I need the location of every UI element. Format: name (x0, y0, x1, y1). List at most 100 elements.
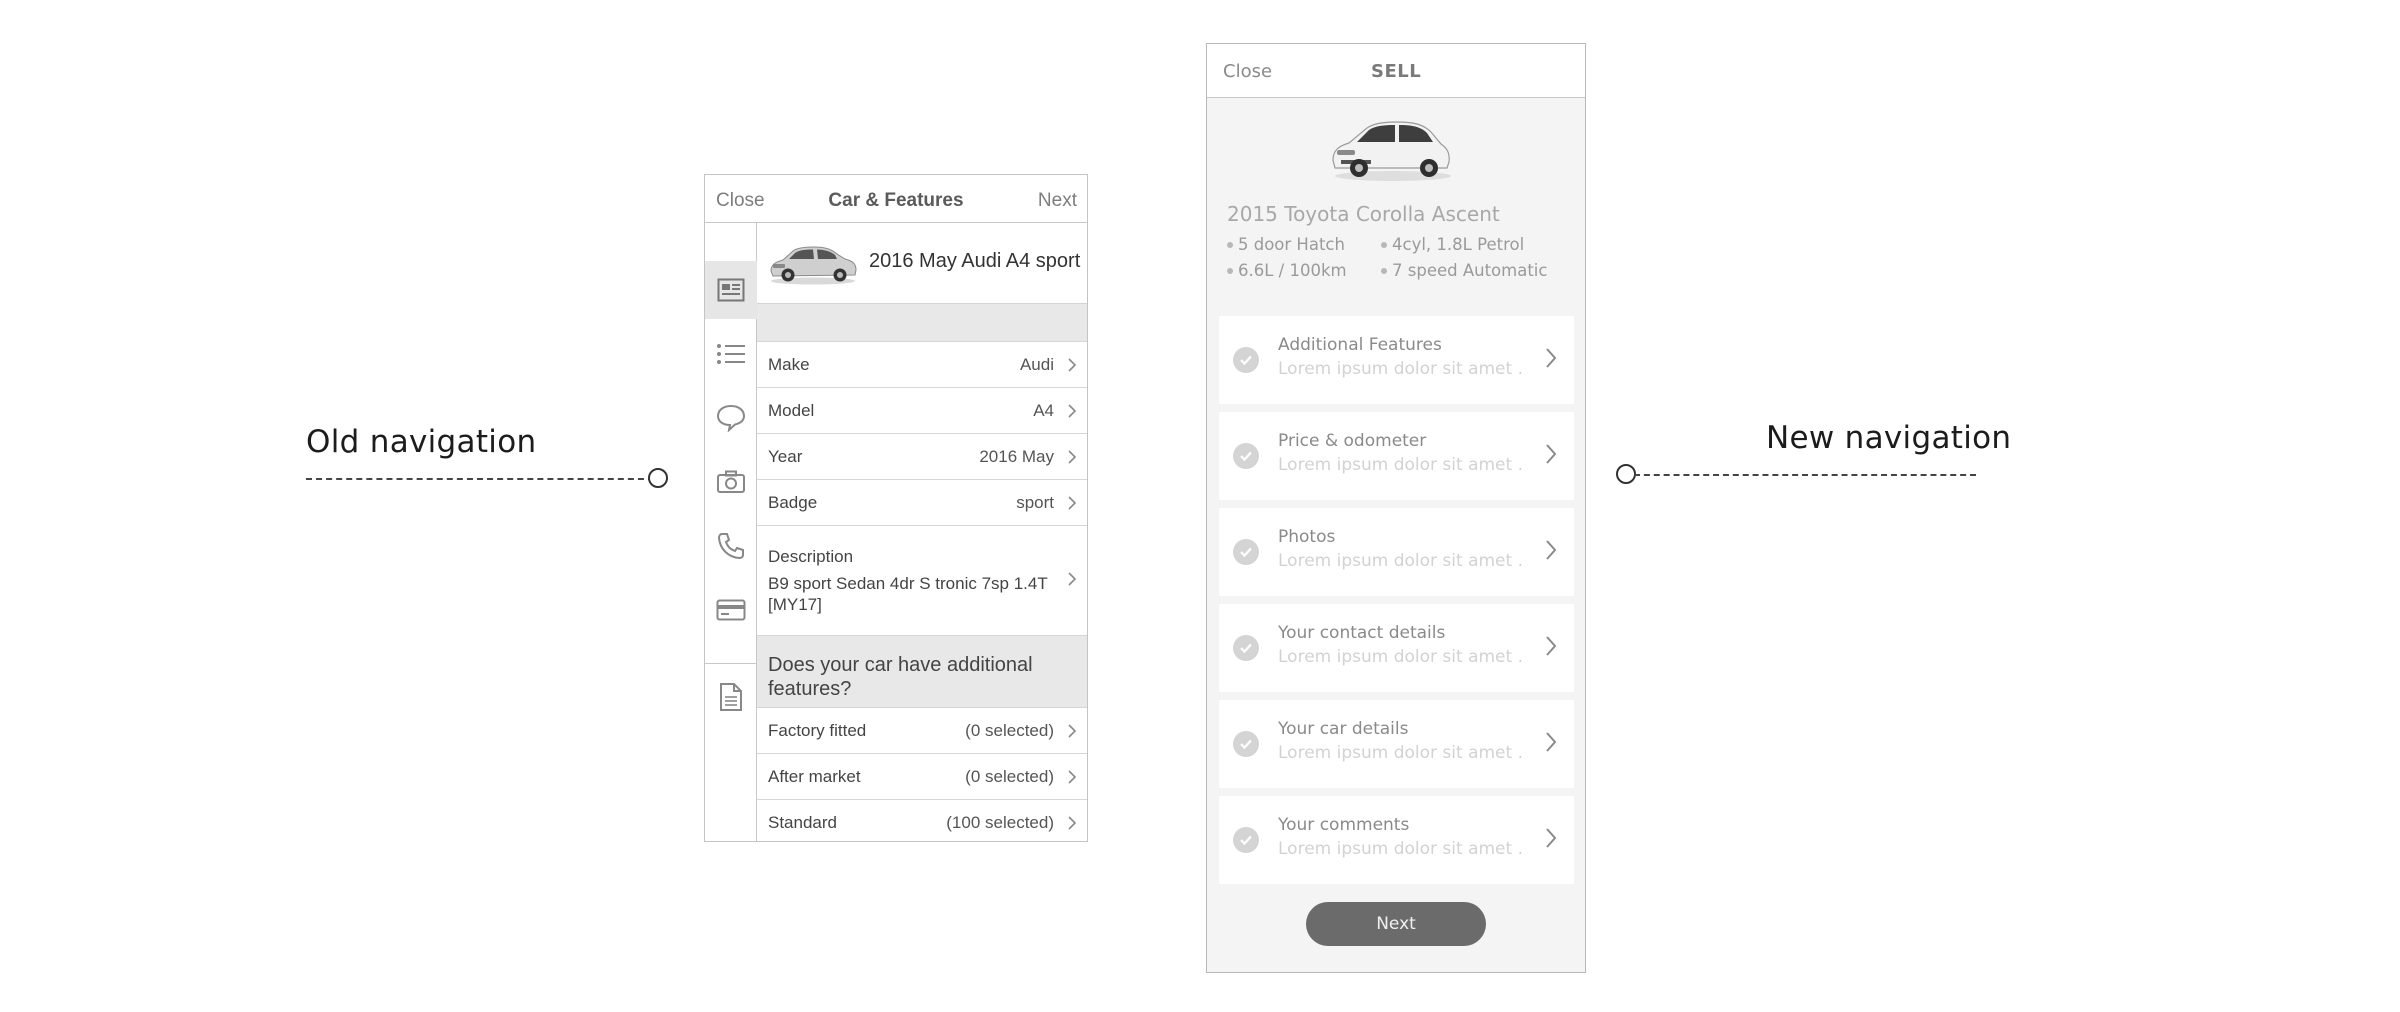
phone-icon[interactable] (705, 517, 757, 575)
spec-engine-text: 4cyl, 1.8L Petrol (1392, 235, 1525, 254)
old-screen-title: Car & Features (828, 190, 964, 211)
chevron-right-icon (1068, 572, 1077, 586)
section-card-contact-details[interactable]: Your contact details Lorem ipsum dolor s… (1219, 604, 1574, 692)
year-label: Year (768, 447, 803, 466)
credit-card-icon[interactable] (705, 581, 757, 639)
section-spacer (757, 303, 1087, 341)
spec-body-text: 5 door Hatch (1238, 235, 1345, 254)
old-navigation-connector-dot (648, 468, 668, 488)
section-title: Photos (1278, 527, 1336, 547)
chevron-right-icon (1546, 828, 1557, 848)
new-navigation-connector-dot (1616, 464, 1636, 484)
badge-value: sport (1016, 493, 1054, 512)
bullet-icon (1381, 241, 1387, 248)
new-top-bar: Close SELL (1207, 44, 1585, 98)
old-next-button[interactable]: Next (1038, 190, 1077, 212)
check-icon (1233, 827, 1259, 853)
new-close-button[interactable]: Close (1223, 61, 1272, 82)
description-row[interactable]: Description B9 sport Sedan 4dr S tronic … (757, 525, 1087, 635)
chevron-right-icon (1068, 404, 1077, 418)
section-card-car-details[interactable]: Your car details Lorem ipsum dolor sit a… (1219, 700, 1574, 788)
section-subtitle: Lorem ipsum dolor sit amet . (1278, 359, 1523, 379)
section-title: Price & odometer (1278, 431, 1427, 451)
listing-icon[interactable] (705, 261, 757, 319)
year-value: 2016 May (979, 447, 1054, 466)
section-title: Additional Features (1278, 335, 1442, 355)
sedan-car-image (770, 246, 857, 285)
chevron-right-icon (1068, 496, 1077, 510)
description-text: B9 sport Sedan 4dr S tronic 7sp 1.4T [MY… (768, 574, 1048, 614)
camera-icon[interactable] (705, 453, 757, 511)
standard-row[interactable]: Standard (100 selected) (757, 799, 1087, 841)
chevron-right-icon (1546, 636, 1557, 656)
chevron-right-icon (1068, 724, 1077, 738)
old-top-bar: Close Car & Features Next (705, 175, 1087, 223)
model-row[interactable]: Model A4 (757, 387, 1087, 433)
make-value: Audi (1019, 355, 1054, 374)
model-label: Model (768, 401, 815, 420)
standard-label: Standard (768, 813, 837, 832)
chevron-right-icon (1546, 732, 1557, 752)
section-subtitle: Lorem ipsum dolor sit amet . (1278, 455, 1523, 475)
rail-divider (705, 663, 757, 664)
standard-value: (100 selected) (946, 813, 1054, 832)
section-subtitle: Lorem ipsum dolor sit amet . (1278, 743, 1523, 763)
chevron-right-icon (1068, 770, 1077, 784)
section-subtitle: Lorem ipsum dolor sit amet . (1278, 551, 1523, 571)
new-screen-title: SELL (1371, 61, 1422, 82)
check-icon (1233, 635, 1259, 661)
new-navigation-screen: Close SELL 2015 Toyota Corolla Ascent 5 … (1206, 43, 1586, 973)
chevron-right-icon (1546, 348, 1557, 368)
check-icon (1233, 443, 1259, 469)
factory-fitted-row[interactable]: Factory fitted (0 selected) (757, 707, 1087, 753)
chevron-right-icon (1068, 358, 1077, 372)
list-icon[interactable] (705, 325, 757, 383)
after-market-row[interactable]: After market (0 selected) (757, 753, 1087, 799)
make-label: Make (768, 355, 810, 374)
make-row[interactable]: Make Audi (757, 341, 1087, 387)
new-car-title: 2015 Toyota Corolla Ascent (1227, 202, 1500, 226)
check-icon (1233, 347, 1259, 373)
year-row[interactable]: Year 2016 May (757, 433, 1087, 479)
section-card-comments[interactable]: Your comments Lorem ipsum dolor sit amet… (1219, 796, 1574, 884)
spec-transmission: 7 speed Automatic (1381, 261, 1547, 280)
section-card-photos[interactable]: Photos Lorem ipsum dolor sit amet . (1219, 508, 1574, 596)
section-title: Your contact details (1278, 623, 1446, 643)
spec-engine: 4cyl, 1.8L Petrol (1381, 235, 1524, 254)
check-icon (1233, 539, 1259, 565)
new-navigation-label: New navigation (1766, 420, 2012, 456)
bullet-icon (1227, 267, 1233, 274)
section-title: Your car details (1278, 719, 1409, 739)
description-label: Description (768, 547, 854, 566)
old-content-area: 2016 May Audi A4 sport Make Audi Model A… (757, 223, 1087, 841)
after-market-value: (0 selected) (965, 767, 1054, 786)
old-navigation-screen: Close Car & Features Next 2016 May Audi … (704, 174, 1088, 842)
spec-economy: 6.6L / 100km (1227, 261, 1347, 280)
factory-fitted-value: (0 selected) (965, 721, 1054, 740)
new-navigation-connector (1634, 474, 1976, 476)
check-icon (1233, 731, 1259, 757)
spec-economy-text: 6.6L / 100km (1238, 261, 1347, 280)
old-navigation-label: Old navigation (306, 424, 537, 460)
old-car-title: 2016 May Audi A4 sport (869, 250, 1081, 272)
additional-features-question-text: Does your car have additional features? (768, 654, 1033, 700)
badge-row[interactable]: Badge sport (757, 479, 1087, 525)
badge-label: Badge (768, 493, 818, 512)
old-navigation-connector (306, 478, 654, 480)
side-icon-rail (705, 223, 757, 841)
section-card-additional-features[interactable]: Additional Features Lorem ipsum dolor si… (1219, 316, 1574, 404)
old-car-header: 2016 May Audi A4 sport (757, 223, 1087, 303)
section-title: Your comments (1278, 815, 1410, 835)
factory-fitted-label: Factory fitted (768, 721, 867, 740)
chevron-right-icon (1068, 450, 1077, 464)
hatchback-car-image (1332, 121, 1451, 181)
section-subtitle: Lorem ipsum dolor sit amet . (1278, 647, 1523, 667)
after-market-label: After market (768, 767, 861, 786)
section-card-price-odometer[interactable]: Price & odometer Lorem ipsum dolor sit a… (1219, 412, 1574, 500)
bullet-icon (1381, 267, 1387, 274)
document-icon[interactable] (705, 668, 757, 726)
speech-bubble-icon[interactable] (705, 389, 757, 447)
chevron-right-icon (1546, 540, 1557, 560)
chevron-right-icon (1546, 444, 1557, 464)
next-button[interactable]: Next (1306, 902, 1486, 946)
